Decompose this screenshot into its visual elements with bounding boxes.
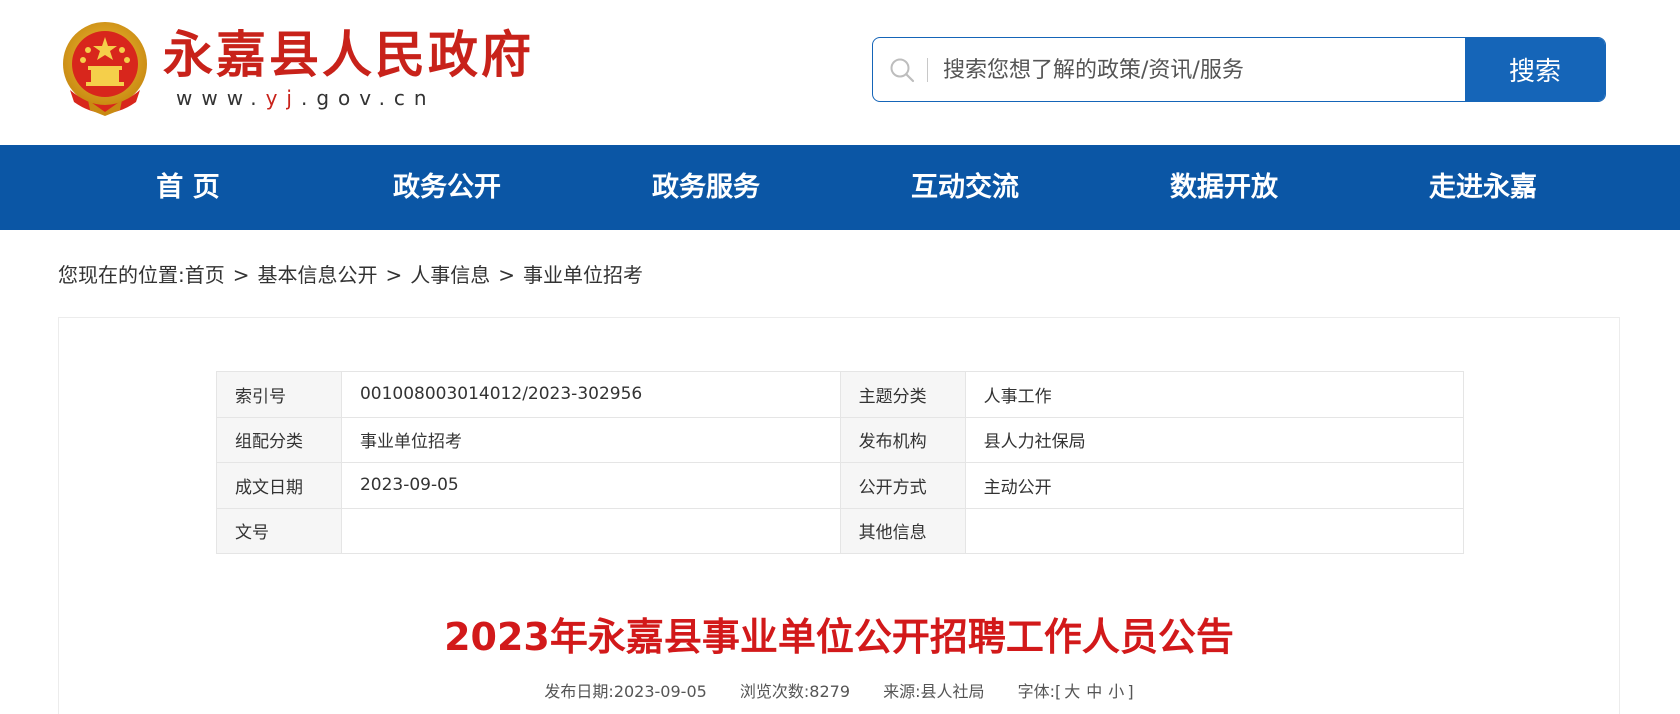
info-value: 人事工作 [964, 371, 1465, 418]
site-title: 永嘉县人民政府 [163, 25, 534, 84]
font-size-small-button[interactable]: 小 [1108, 682, 1124, 701]
info-value [340, 507, 841, 554]
breadcrumb-separator: > [385, 263, 403, 287]
publish-date: 发布日期:2023-09-05 [544, 682, 707, 701]
search-button[interactable]: 搜索 [1465, 38, 1605, 101]
article-content: 索引号 001008003014012/2023-302956 主题分类 人事工… [58, 317, 1620, 714]
site-url-highlight: yj [265, 86, 301, 110]
table-row: 索引号 001008003014012/2023-302956 主题分类 人事工… [216, 371, 1465, 418]
article-title: 2023年永嘉县事业单位公开招聘工作人员公告 [444, 615, 1234, 659]
info-value: 主动公开 [964, 462, 1465, 509]
info-value: 001008003014012/2023-302956 [340, 371, 841, 418]
site-header: 永嘉县人民政府 www.yj.gov.cn 搜索 [0, 0, 1680, 145]
nav-item-open-data[interactable]: 数据开放 [1124, 145, 1324, 230]
info-label: 主题分类 [839, 371, 966, 418]
site-url: www.yj.gov.cn [176, 86, 436, 110]
info-label: 其他信息 [839, 507, 966, 554]
site-url-prefix: www. [176, 86, 266, 110]
breadcrumb-recruitment[interactable]: 事业单位招考 [523, 263, 643, 287]
info-value: 县人力社保局 [964, 416, 1465, 463]
info-label: 发布机构 [839, 416, 966, 463]
breadcrumb-prefix: 您现在的位置: [58, 263, 185, 287]
info-label: 公开方式 [839, 462, 966, 509]
site-url-suffix: .gov.cn [301, 86, 436, 110]
nav-item-home[interactable]: 首 页 [88, 145, 288, 230]
font-size-label: 字体:[ [1017, 682, 1062, 701]
info-value: 2023-09-05 [340, 462, 841, 509]
search-input[interactable] [943, 48, 1443, 92]
breadcrumb-separator: > [232, 263, 250, 287]
table-row: 组配分类 事业单位招考 发布机构 县人力社保局 [216, 416, 1465, 463]
article-meta: 发布日期:2023-09-05 浏览次数:8279 来源:县人社局 字体:[大中… [59, 678, 1619, 702]
breadcrumb-separator: > [498, 263, 516, 287]
search-divider [927, 58, 928, 82]
article-source: 来源:县人社局 [883, 682, 985, 701]
nav-item-about-yongjia[interactable]: 走进永嘉 [1383, 145, 1583, 230]
info-label: 文号 [216, 507, 342, 554]
info-label: 成文日期 [216, 462, 342, 509]
search-box: 搜索 [872, 37, 1606, 102]
info-value: 事业单位招考 [340, 416, 841, 463]
breadcrumb-personnel-info[interactable]: 人事信息 [410, 263, 490, 287]
info-table: 索引号 001008003014012/2023-302956 主题分类 人事工… [216, 371, 1465, 554]
main-nav: 首 页 政务公开 政务服务 互动交流 数据开放 走进永嘉 [0, 145, 1680, 230]
info-label: 组配分类 [216, 416, 342, 463]
info-label: 索引号 [216, 371, 342, 418]
font-size-medium-button[interactable]: 中 [1086, 682, 1102, 701]
breadcrumb: 您现在的位置:首页 > 基本信息公开 > 人事信息 > 事业单位招考 [58, 260, 643, 290]
table-row: 成文日期 2023-09-05 公开方式 主动公开 [216, 462, 1465, 509]
font-size-large-button[interactable]: 大 [1064, 682, 1080, 701]
breadcrumb-home[interactable]: 首页 [185, 263, 225, 287]
table-row: 文号 其他信息 [216, 507, 1465, 554]
nav-item-gov-affairs-open[interactable]: 政务公开 [347, 145, 547, 230]
font-size-controls: 字体:[大中小] [1018, 682, 1134, 701]
view-count: 浏览次数:8279 [739, 682, 851, 701]
breadcrumb-basic-info[interactable]: 基本信息公开 [258, 263, 378, 287]
nav-item-interaction[interactable]: 互动交流 [865, 145, 1065, 230]
national-emblem-icon [63, 22, 147, 116]
font-size-close-bracket: ] [1127, 682, 1134, 701]
info-value [964, 507, 1465, 554]
search-icon [890, 58, 915, 83]
nav-item-gov-services[interactable]: 政务服务 [606, 145, 806, 230]
